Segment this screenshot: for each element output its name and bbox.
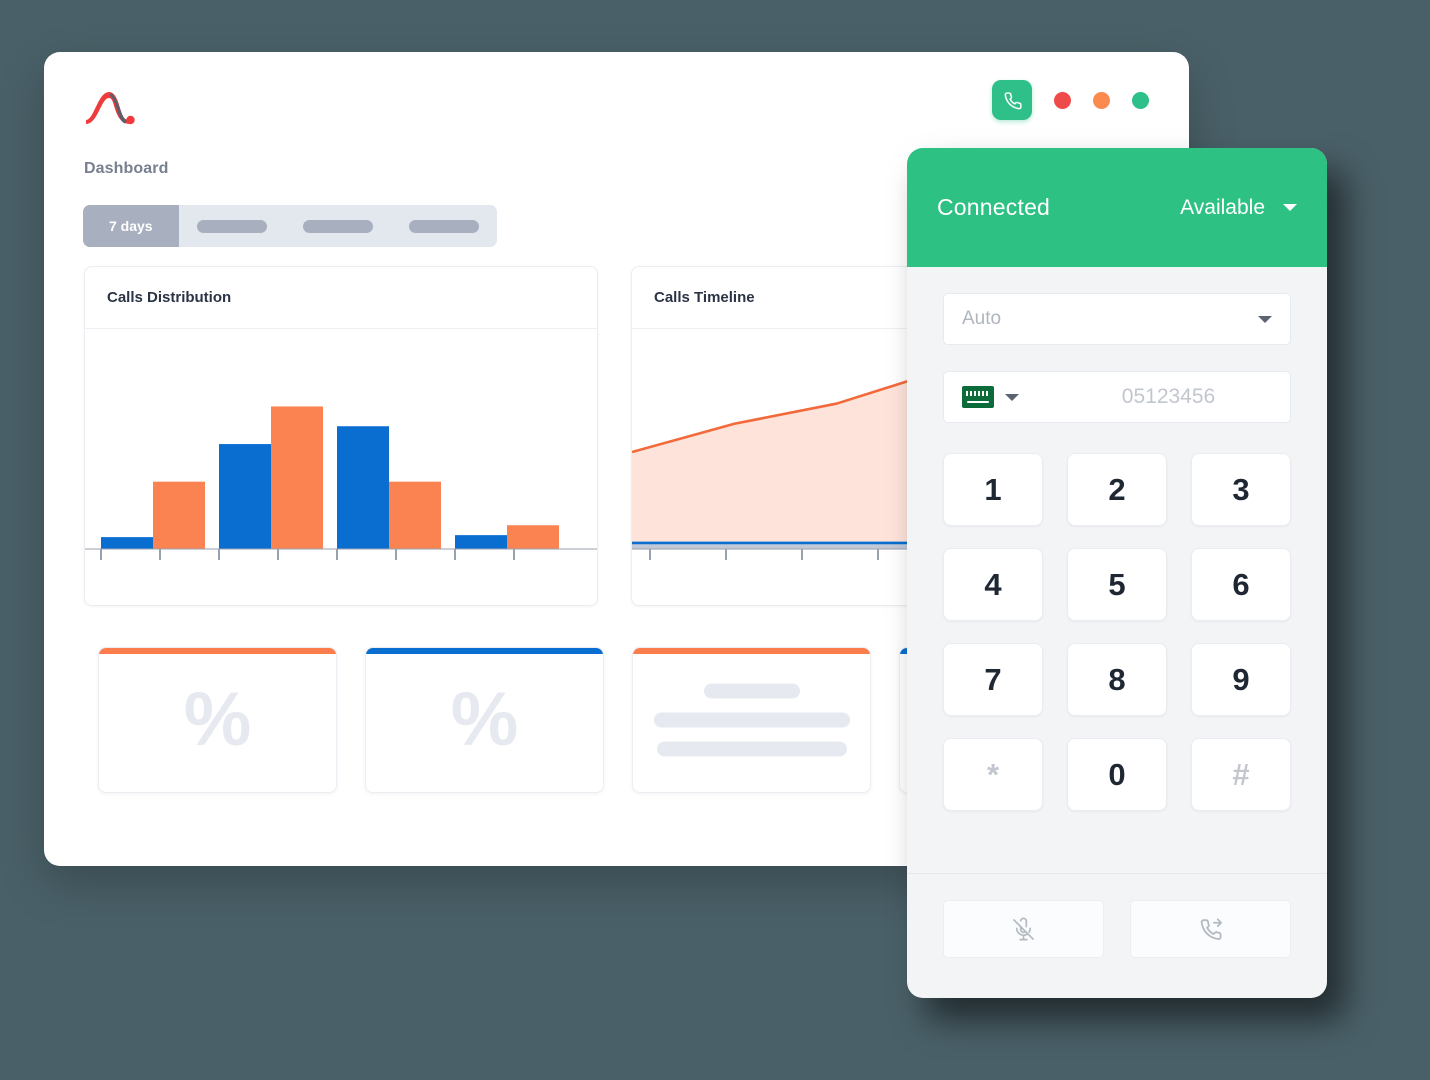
softphone-panel: Connected Available Auto 05123456 1 2 3 … — [907, 148, 1327, 998]
microphone-muted-icon — [1013, 917, 1034, 940]
keypad-key-4[interactable]: 4 — [943, 548, 1043, 621]
mute-button[interactable] — [943, 900, 1104, 958]
status-dot-red[interactable] — [1054, 91, 1071, 109]
phone-number-input[interactable] — [1033, 372, 1290, 422]
bar-chart-svg — [85, 406, 597, 560]
stat-card-skeleton-1 — [632, 647, 871, 793]
chevron-down-icon — [1258, 315, 1272, 323]
keypad-key-1[interactable]: 1 — [943, 453, 1043, 526]
dashboard-header — [44, 52, 1189, 140]
call-transfer-icon — [1200, 917, 1223, 940]
keypad-key-5[interactable]: 5 — [1067, 548, 1167, 621]
header-actions — [992, 80, 1149, 120]
keypad-key-0[interactable]: 0 — [1067, 738, 1167, 811]
stat-card-percent-2: % — [365, 647, 604, 793]
skeleton-line — [653, 712, 850, 728]
stat-card-accent-bar — [99, 648, 336, 654]
chevron-down-icon — [1005, 393, 1019, 401]
keypad-key-6[interactable]: 6 — [1191, 548, 1291, 621]
bar-outbound-G4 — [507, 525, 559, 549]
calls-distribution-title: Calls Distribution — [107, 289, 232, 306]
keypad-key-2[interactable]: 2 — [1067, 453, 1167, 526]
brand-logo-icon — [84, 84, 140, 128]
calls-distribution-card: Calls Distribution — [84, 266, 598, 606]
skeleton-line — [656, 741, 847, 757]
bar-inbound-G1 — [101, 537, 153, 549]
queue-select[interactable]: Auto — [943, 293, 1291, 345]
keypad-key-9[interactable]: 9 — [1191, 643, 1291, 716]
date-range-segmented-control: 7 days — [83, 205, 497, 247]
transfer-call-button[interactable] — [1130, 900, 1291, 958]
status-dot-green[interactable] — [1132, 91, 1149, 109]
availability-dropdown[interactable]: Available — [1180, 196, 1297, 220]
softphone-body: Auto 123 456 789 * 0 # — [907, 267, 1327, 873]
stat-card-percent-glyph: % — [450, 677, 519, 762]
bar-inbound-G2 — [219, 444, 271, 549]
bar-outbound-G3 — [389, 481, 441, 549]
keypad-key-3[interactable]: 3 — [1191, 453, 1291, 526]
header-call-button[interactable] — [992, 80, 1032, 120]
segment-skeleton — [408, 219, 479, 233]
connection-status-label: Connected — [937, 194, 1051, 220]
stat-card-accent-bar — [633, 648, 870, 654]
queue-select-value: Auto — [962, 308, 1002, 329]
keypad-key-7[interactable]: 7 — [943, 643, 1043, 716]
page-title: Dashboard — [84, 160, 169, 177]
availability-label: Available — [1180, 195, 1265, 219]
card-header: Calls Distribution — [85, 267, 597, 329]
segment-skeleton — [302, 219, 373, 233]
segment-placeholder-2[interactable] — [285, 205, 391, 247]
stat-card-percent-glyph: % — [183, 677, 252, 762]
calls-timeline-title: Calls Timeline — [654, 289, 755, 306]
status-dot-orange[interactable] — [1093, 91, 1110, 109]
skeleton-group — [633, 683, 870, 757]
softphone-status-bar: Connected Available — [907, 148, 1327, 267]
segment-placeholder-1[interactable] — [179, 205, 285, 247]
segment-skeleton — [196, 219, 267, 233]
segment-7-days[interactable]: 7 days — [83, 205, 179, 247]
flag-sword — [967, 401, 989, 403]
keypad-key-hash[interactable]: # — [1191, 738, 1291, 811]
calls-distribution-chart — [85, 329, 597, 605]
flag-script — [966, 391, 990, 396]
skeleton-line — [703, 683, 800, 699]
bar-inbound-G3 — [337, 426, 389, 549]
country-code-select[interactable] — [944, 372, 1033, 422]
keypad-key-8[interactable]: 8 — [1067, 643, 1167, 716]
keypad-key-star[interactable]: * — [943, 738, 1043, 811]
segment-placeholder-3[interactable] — [391, 205, 497, 247]
stat-card-accent-bar — [366, 648, 603, 654]
phone-icon — [1004, 91, 1022, 109]
stat-card-percent-1: % — [98, 647, 337, 793]
bar-inbound-G4 — [455, 535, 507, 549]
screen-root: Dashboard 7 days Calls Distribution Call… — [0, 0, 1430, 1080]
chevron-down-icon — [1283, 204, 1297, 211]
bar-outbound-G2 — [271, 406, 323, 549]
dialer-row — [943, 371, 1291, 423]
saudi-arabia-flag-icon — [962, 386, 994, 408]
dial-keypad: 1 2 3 4 5 6 7 8 9 * 0 # — [943, 453, 1291, 811]
softphone-actions — [907, 873, 1327, 998]
bar-outbound-G1 — [153, 481, 205, 549]
